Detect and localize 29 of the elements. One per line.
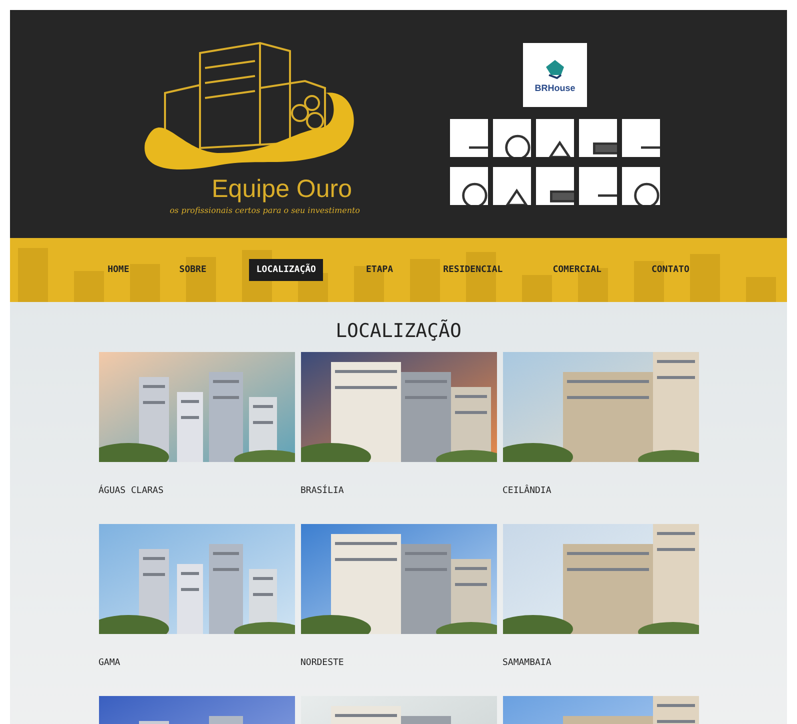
partner-logo-icon[interactable]: [579, 119, 617, 157]
location-label[interactable]: ÁGUAS CLARAS: [98, 486, 164, 496]
nav-link[interactable]: ETAPA: [358, 259, 400, 281]
partner-logo-icon[interactable]: [450, 119, 488, 157]
partner-logo-icon[interactable]: [622, 119, 660, 157]
brand-tagline: os profissionais certos para o seu investimento: [170, 206, 360, 215]
partner-logo-icon[interactable]: [493, 119, 531, 157]
nav-link[interactable]: SOBRE: [172, 259, 214, 281]
location-label[interactable]: CEILÂNDIA: [502, 486, 552, 496]
partner-logo-icon[interactable]: [493, 167, 531, 205]
partner-logo-icon[interactable]: [622, 167, 660, 205]
partner-logo[interactable]: BRHouse: [523, 43, 587, 107]
location-label[interactable]: BRASÍLIA: [300, 486, 344, 496]
nav-link[interactable]: COMERCIAL: [546, 259, 608, 281]
page-heading: LOCALIZAÇÃO: [336, 320, 462, 342]
partner-logo-icon[interactable]: [579, 167, 617, 205]
brand-name: Equipe Ouro: [212, 175, 352, 204]
location-label[interactable]: NORDESTE: [300, 658, 344, 668]
partner-logo-icon[interactable]: [536, 119, 574, 157]
location-label[interactable]: SAMAMBAIA: [502, 658, 552, 668]
nav-link[interactable]: CONTATO: [644, 259, 696, 281]
nav-link[interactable]: LOCALIZAÇÃO: [249, 259, 323, 281]
nav-link[interactable]: RESIDENCIAL: [436, 259, 510, 281]
partner-logo-icon[interactable]: [450, 167, 488, 205]
partner-logo-icon[interactable]: [536, 167, 574, 205]
partner-name: BRHouse: [534, 83, 576, 93]
nav-link[interactable]: HOME: [100, 259, 136, 281]
location-label[interactable]: GAMA: [98, 658, 120, 668]
house-icon: [543, 57, 567, 81]
